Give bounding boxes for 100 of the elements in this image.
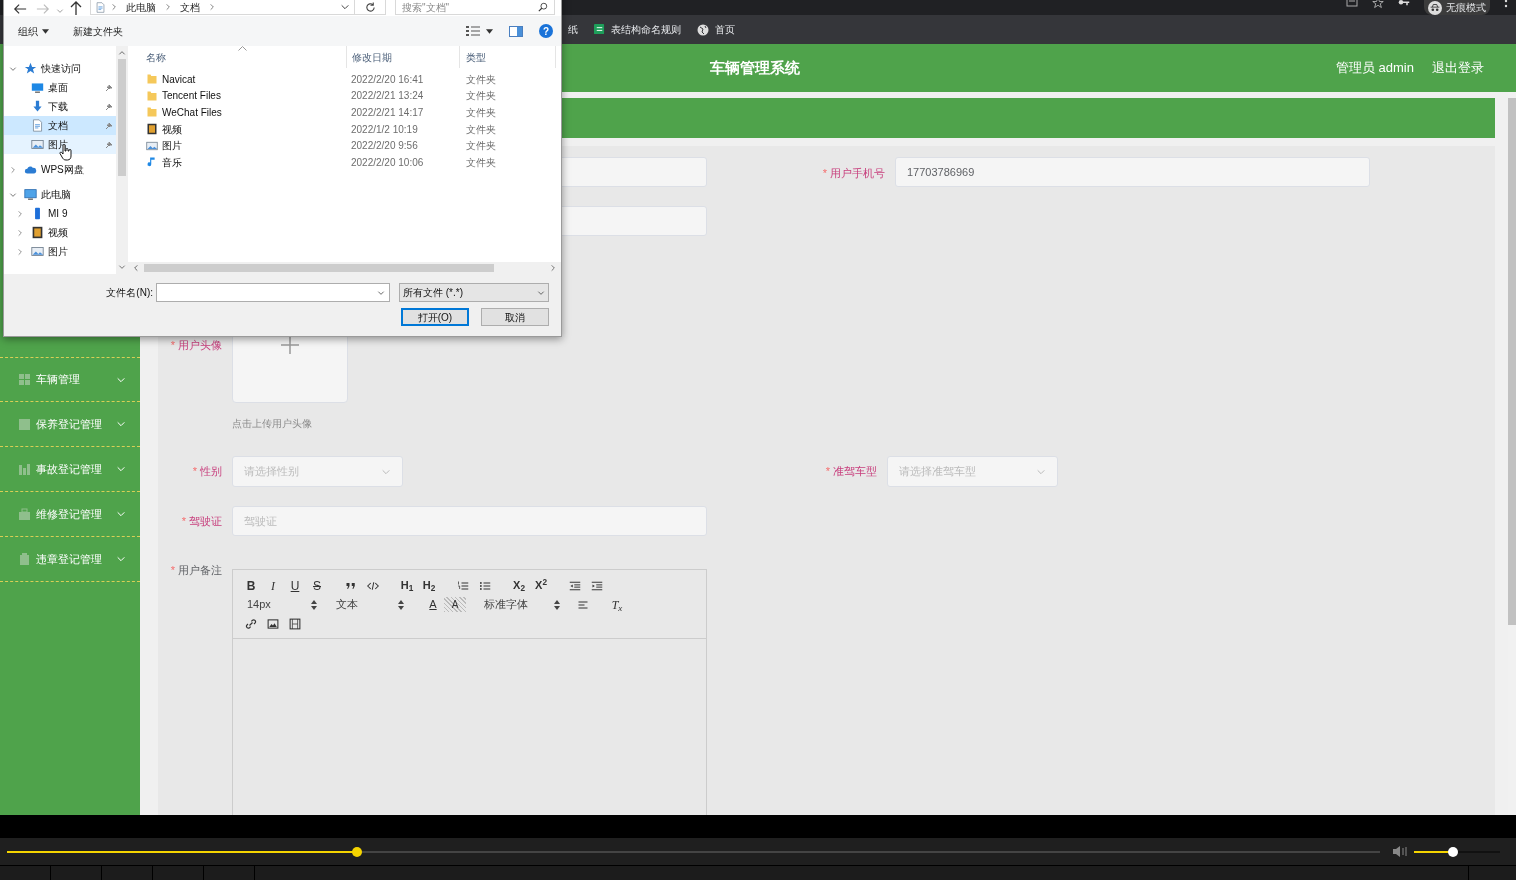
briefcase-icon — [18, 507, 31, 521]
volume-icon[interactable] — [1392, 845, 1408, 858]
toolbar-select[interactable]: 标准字体 — [484, 595, 560, 614]
column-header[interactable]: 类型 — [459, 46, 556, 68]
chevron-down-icon[interactable] — [9, 64, 17, 73]
scroll-right-icon[interactable] — [549, 264, 557, 272]
clear-format-button[interactable]: T$_{x}$ — [606, 595, 628, 614]
pin-icon[interactable] — [105, 83, 113, 92]
breadcrumb-item[interactable]: 此电脑 — [126, 0, 156, 15]
new-folder-button[interactable]: 新建文件夹 — [73, 23, 123, 39]
caret-down-icon[interactable] — [486, 28, 493, 34]
translate-icon[interactable] — [1346, 0, 1358, 10]
format-button[interactable]: X$^{2}$ — [530, 577, 552, 594]
search-field[interactable]: 搜索"文档" — [395, 0, 555, 15]
nav-item[interactable]: 桌面 — [4, 78, 116, 97]
chevron-down-icon — [377, 288, 385, 297]
outdent-icon — [569, 579, 581, 592]
forward-arrow-icon[interactable] — [36, 3, 50, 15]
scrollbar[interactable] — [128, 262, 561, 274]
file-row[interactable]: 图片 2022/2/20 9:56 文件夹 — [128, 137, 561, 154]
scrollbar-thumb[interactable] — [144, 264, 494, 272]
chevron-down-icon[interactable] — [340, 2, 350, 12]
bookmark[interactable]: 表结构命名规则 — [594, 22, 681, 37]
nav-item[interactable]: 图片 — [4, 135, 116, 154]
chevron-right-icon[interactable] — [16, 209, 24, 218]
nav-item[interactable]: 快速访问 — [4, 59, 116, 78]
caret-down-icon — [42, 28, 49, 34]
file-date: 2022/2/20 9:56 — [350, 139, 419, 154]
nav-item[interactable]: MI 9 — [4, 204, 116, 223]
pin-icon[interactable] — [105, 102, 113, 111]
filename-field[interactable] — [156, 283, 390, 302]
scroll-down-icon[interactable] — [118, 263, 126, 271]
input-field[interactable]: 17703786969 — [895, 157, 1370, 187]
nav-item[interactable]: 下载 — [4, 97, 116, 116]
nav-item[interactable]: 文档 — [4, 116, 116, 135]
address-bar[interactable]: 此电脑 文档 — [90, 0, 355, 15]
toolbar-select[interactable]: 14px — [247, 595, 317, 614]
scroll-left-icon[interactable] — [132, 264, 140, 272]
file-row[interactable]: Navicat 2022/2/20 16:41 文件夹 — [128, 71, 561, 88]
chevron-down-icon — [537, 288, 545, 297]
dialog-button[interactable]: 取消 — [481, 308, 549, 326]
incognito-badge[interactable]: 无痕模式 — [1424, 0, 1490, 15]
chevron-right-icon[interactable] — [16, 247, 24, 256]
pin-icon[interactable] — [105, 121, 113, 130]
star-icon[interactable] — [1372, 0, 1384, 9]
volume-thumb[interactable] — [1447, 846, 1458, 857]
bold-button[interactable]: B — [240, 576, 262, 595]
file-type-select[interactable]: 所有文件 (*.*) — [399, 283, 549, 302]
up-down-icon — [311, 599, 317, 610]
dialog-button[interactable]: 打开(O) — [401, 308, 469, 326]
nav-item[interactable]: 视频 — [4, 223, 116, 242]
chevron-down-icon[interactable] — [56, 7, 64, 15]
italic-button[interactable]: I — [262, 576, 284, 595]
file-row[interactable]: 音乐 2022/2/20 10:06 文件夹 — [128, 153, 561, 171]
refresh-button[interactable] — [355, 0, 386, 15]
nav-item[interactable]: WPS网盘 — [4, 160, 116, 179]
list-icon — [18, 417, 31, 431]
column-header[interactable]: 名称 — [128, 46, 346, 68]
underline-button[interactable]: U — [284, 576, 306, 595]
form-label: * 驾驶证 — [180, 513, 222, 529]
bar-chart-icon — [18, 462, 31, 476]
organize-button[interactable]: 组织 — [18, 23, 49, 39]
chevron-right-icon[interactable] — [9, 165, 17, 174]
column-header[interactable]: 修改日期 — [346, 46, 459, 68]
chevron-down-icon[interactable] — [9, 190, 17, 199]
font-color-button[interactable]: A — [422, 596, 444, 613]
file-name: 视频 — [162, 122, 182, 137]
incognito-label: 无痕模式 — [1446, 2, 1486, 13]
scrollbar-thumb[interactable] — [118, 59, 126, 176]
pin-icon[interactable] — [105, 140, 113, 149]
chevron-right-icon[interactable] — [16, 228, 24, 237]
nav-item[interactable]: 此电脑 — [4, 185, 116, 204]
scroll-up-icon[interactable] — [118, 49, 126, 57]
back-arrow-icon[interactable] — [13, 3, 27, 15]
up-arrow-icon[interactable] — [70, 1, 82, 15]
scrollbar-thumb[interactable] — [1508, 98, 1516, 625]
nav-item[interactable]: 图片 — [4, 242, 116, 261]
breadcrumb-item[interactable]: 文档 — [180, 0, 200, 15]
toolbar-select[interactable]: 文本 — [336, 595, 404, 614]
file-type: 文件夹 — [465, 106, 496, 120]
file-date: 2022/2/20 10:06 — [350, 155, 425, 170]
format-button[interactable]: H$_{2}$ — [418, 577, 440, 594]
key-icon[interactable] — [1398, 0, 1410, 8]
strikethrough-button[interactable]: S — [306, 576, 328, 595]
indent-icon — [591, 579, 603, 592]
bookmark[interactable]: 首页 — [697, 22, 735, 37]
file-date: 2022/2/20 16:41 — [350, 72, 425, 87]
help-button[interactable]: ? — [539, 24, 553, 38]
file-row[interactable]: Tencent Files 2022/2/21 13:24 文件夹 — [128, 87, 561, 105]
format-button[interactable]: H$_{1}$ — [396, 577, 418, 594]
file-row[interactable]: 视频 2022/1/2 10:19 文件夹 — [128, 120, 561, 138]
highlight-button[interactable]: A — [444, 597, 466, 612]
chevron-down-icon — [116, 554, 126, 564]
progress-thumb[interactable] — [352, 846, 363, 857]
scrollbar[interactable] — [116, 46, 128, 274]
preview-pane-icon[interactable] — [509, 25, 523, 37]
bookmark[interactable]: 纸 — [568, 22, 578, 37]
view-options-icon[interactable] — [466, 25, 480, 37]
format-button[interactable]: X$_{2}$ — [508, 577, 530, 594]
file-row[interactable]: WeChat Files 2022/2/21 14:17 文件夹 — [128, 104, 561, 121]
